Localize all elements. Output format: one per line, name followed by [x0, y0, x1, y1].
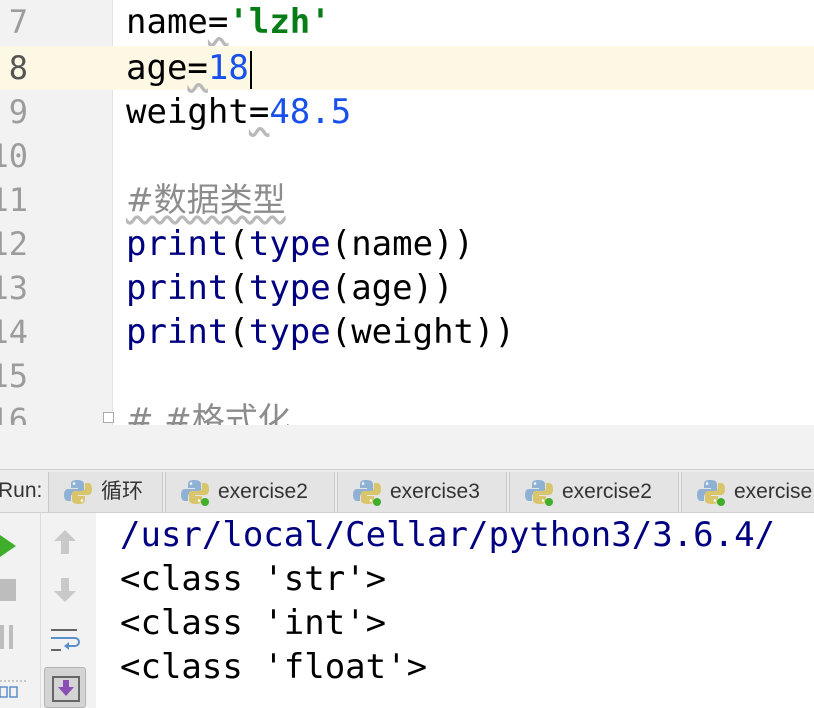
- text-caret: [249, 50, 252, 89]
- run-tab-bar: Run: 循环 exercise2 exercise3 exercise2 ex…: [0, 469, 814, 513]
- run-tab-label: 循环: [101, 480, 143, 503]
- code-line[interactable]: 12 print(type(name)): [0, 222, 814, 266]
- python-icon: [181, 480, 209, 506]
- console-line-command[interactable]: /usr/local/Cellar/python3/3.6.4/: [120, 513, 775, 557]
- line-number: 14: [0, 313, 28, 351]
- scroll-to-end-button[interactable]: [44, 667, 86, 708]
- pause-icon[interactable]: [0, 625, 16, 649]
- line-number: 7: [8, 3, 28, 41]
- code-text[interactable]: print(type(weight)): [126, 310, 515, 354]
- code-text[interactable]: weight=48.5: [126, 90, 351, 134]
- line-number: 9: [8, 93, 28, 131]
- line-number: 15: [0, 357, 28, 395]
- code-text[interactable]: age=18: [126, 46, 252, 90]
- line-number: 13: [0, 269, 28, 307]
- console-line[interactable]: <class 'int'>: [120, 601, 386, 645]
- line-number: 11: [0, 181, 28, 219]
- soft-wrap-icon[interactable]: [49, 625, 81, 655]
- console-toolbar: [40, 513, 96, 708]
- python-icon: [525, 480, 553, 506]
- stop-icon[interactable]: [0, 579, 16, 601]
- run-icon[interactable]: [0, 533, 18, 559]
- code-line[interactable]: 14 print(type(weight)): [0, 310, 814, 354]
- run-label: Run:: [0, 479, 43, 502]
- console-line[interactable]: <class 'str'>: [120, 557, 386, 601]
- comment-text[interactable]: # #格式化: [126, 398, 291, 425]
- code-text[interactable]: print(type(age)): [126, 266, 454, 310]
- up-arrow-icon[interactable]: [53, 529, 77, 555]
- python-icon: [353, 480, 381, 506]
- run-tab-label: exercise: [734, 480, 813, 503]
- fold-icon[interactable]: [103, 412, 114, 423]
- python-icon: [64, 480, 92, 504]
- code-text[interactable]: name='lzh': [126, 0, 331, 44]
- run-tab-label: exercise2: [562, 480, 652, 503]
- run-tab[interactable]: exercise: [681, 472, 814, 512]
- run-tool-window: Run: 循环 exercise2 exercise3 exercise2 ex…: [0, 425, 814, 708]
- console-line[interactable]: <class 'float'>: [120, 645, 427, 689]
- console-output[interactable]: /usr/local/Cellar/python3/3.6.4/ <class …: [96, 513, 814, 708]
- layout-icon[interactable]: [0, 673, 28, 703]
- line-number: 10: [0, 137, 28, 175]
- scroll-to-end-icon: [52, 676, 80, 702]
- line-number: 8: [0, 46, 28, 90]
- code-line[interactable]: 16 # #格式化: [0, 398, 814, 425]
- code-line[interactable]: 15: [0, 354, 814, 398]
- run-toolbar: [0, 513, 40, 708]
- code-line[interactable]: 11 #数据类型: [0, 178, 814, 222]
- code-line[interactable]: 7 name='lzh': [0, 0, 814, 44]
- run-tab-label: exercise2: [218, 480, 308, 503]
- code-line[interactable]: 10: [0, 134, 814, 178]
- comment-text[interactable]: #数据类型: [126, 178, 286, 222]
- code-line-current[interactable]: 8 age=18: [0, 46, 814, 90]
- run-tab[interactable]: exercise3: [337, 472, 507, 512]
- run-tab[interactable]: 循环: [48, 472, 163, 512]
- code-line[interactable]: 13 print(type(age)): [0, 266, 814, 310]
- line-number: 16: [0, 401, 28, 425]
- run-tab-label: exercise3: [390, 480, 480, 503]
- down-arrow-icon[interactable]: [53, 577, 77, 603]
- code-text[interactable]: print(type(name)): [126, 222, 474, 266]
- run-tab[interactable]: exercise2: [509, 472, 679, 512]
- code-editor[interactable]: 7 name='lzh' 8 age=18 9 weight=48.5 10 1…: [0, 0, 814, 425]
- code-line[interactable]: 9 weight=48.5: [0, 90, 814, 134]
- run-tab[interactable]: exercise2: [165, 472, 335, 512]
- python-icon: [697, 480, 725, 506]
- line-number: 12: [0, 225, 28, 263]
